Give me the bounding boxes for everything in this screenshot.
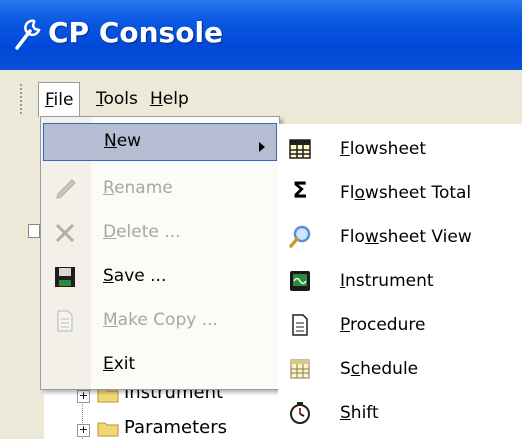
shift-clock-icon — [290, 402, 310, 424]
submenu-item-shift[interactable]: Shift — [278, 394, 522, 434]
file-menu-dropdown: New Rename Delete ... Save ... Make Copy — [40, 116, 280, 390]
menu-item-make-copy[interactable]: Make Copy ... — [41, 301, 279, 341]
submenu-item-flowsheet[interactable]: Flowsheet — [278, 130, 522, 170]
submenu-item-schedule[interactable]: Schedule — [278, 350, 522, 390]
sigma-icon: Σ — [292, 179, 308, 204]
expand-icon[interactable]: + — [77, 390, 90, 403]
magnifier-icon — [289, 225, 311, 248]
floppy-disk-icon — [55, 267, 75, 287]
menu-item-delete[interactable]: Delete ... — [41, 213, 279, 253]
pencil-icon — [56, 179, 76, 199]
menu-item-save[interactable]: Save ... — [41, 257, 279, 297]
wrench-icon — [15, 19, 41, 50]
menu-item-rename[interactable]: Rename — [41, 169, 279, 209]
menu-tools[interactable]: Tools — [90, 82, 144, 116]
document-icon — [292, 314, 308, 336]
submenu-item-flowsheet-total[interactable]: Σ Flowsheet Total — [278, 174, 522, 214]
submenu-arrow-icon — [259, 142, 265, 152]
menu-item-new[interactable]: New — [43, 123, 277, 161]
instrument-monitor-icon — [290, 271, 310, 291]
submenu-item-instrument[interactable]: Instrument — [278, 262, 522, 302]
menu-item-exit[interactable]: Exit — [41, 345, 279, 385]
grid-table-icon — [289, 139, 311, 159]
folder-icon — [97, 422, 119, 437]
menu-help[interactable]: Help — [144, 82, 195, 116]
expand-icon[interactable]: + — [77, 424, 90, 437]
left-panel — [0, 124, 44, 439]
window-title: CP Console — [48, 16, 224, 49]
title-bar[interactable]: CP Console — [0, 0, 522, 70]
toolbar-grip[interactable] — [20, 84, 26, 114]
tree-item-label[interactable]: Parameters — [124, 417, 227, 438]
submenu-item-flowsheet-view[interactable]: Flowsheet View — [278, 218, 522, 258]
submenu-item-procedure[interactable]: Procedure — [278, 306, 522, 346]
new-submenu: Flowsheet Σ Flowsheet Total Flowsheet Vi… — [278, 124, 522, 439]
schedule-calendar-icon — [290, 359, 310, 379]
delete-x-icon — [55, 223, 75, 243]
copy-page-icon — [57, 310, 73, 332]
menu-file[interactable]: File — [38, 82, 81, 117]
tree-collapse-box[interactable] — [28, 224, 40, 238]
